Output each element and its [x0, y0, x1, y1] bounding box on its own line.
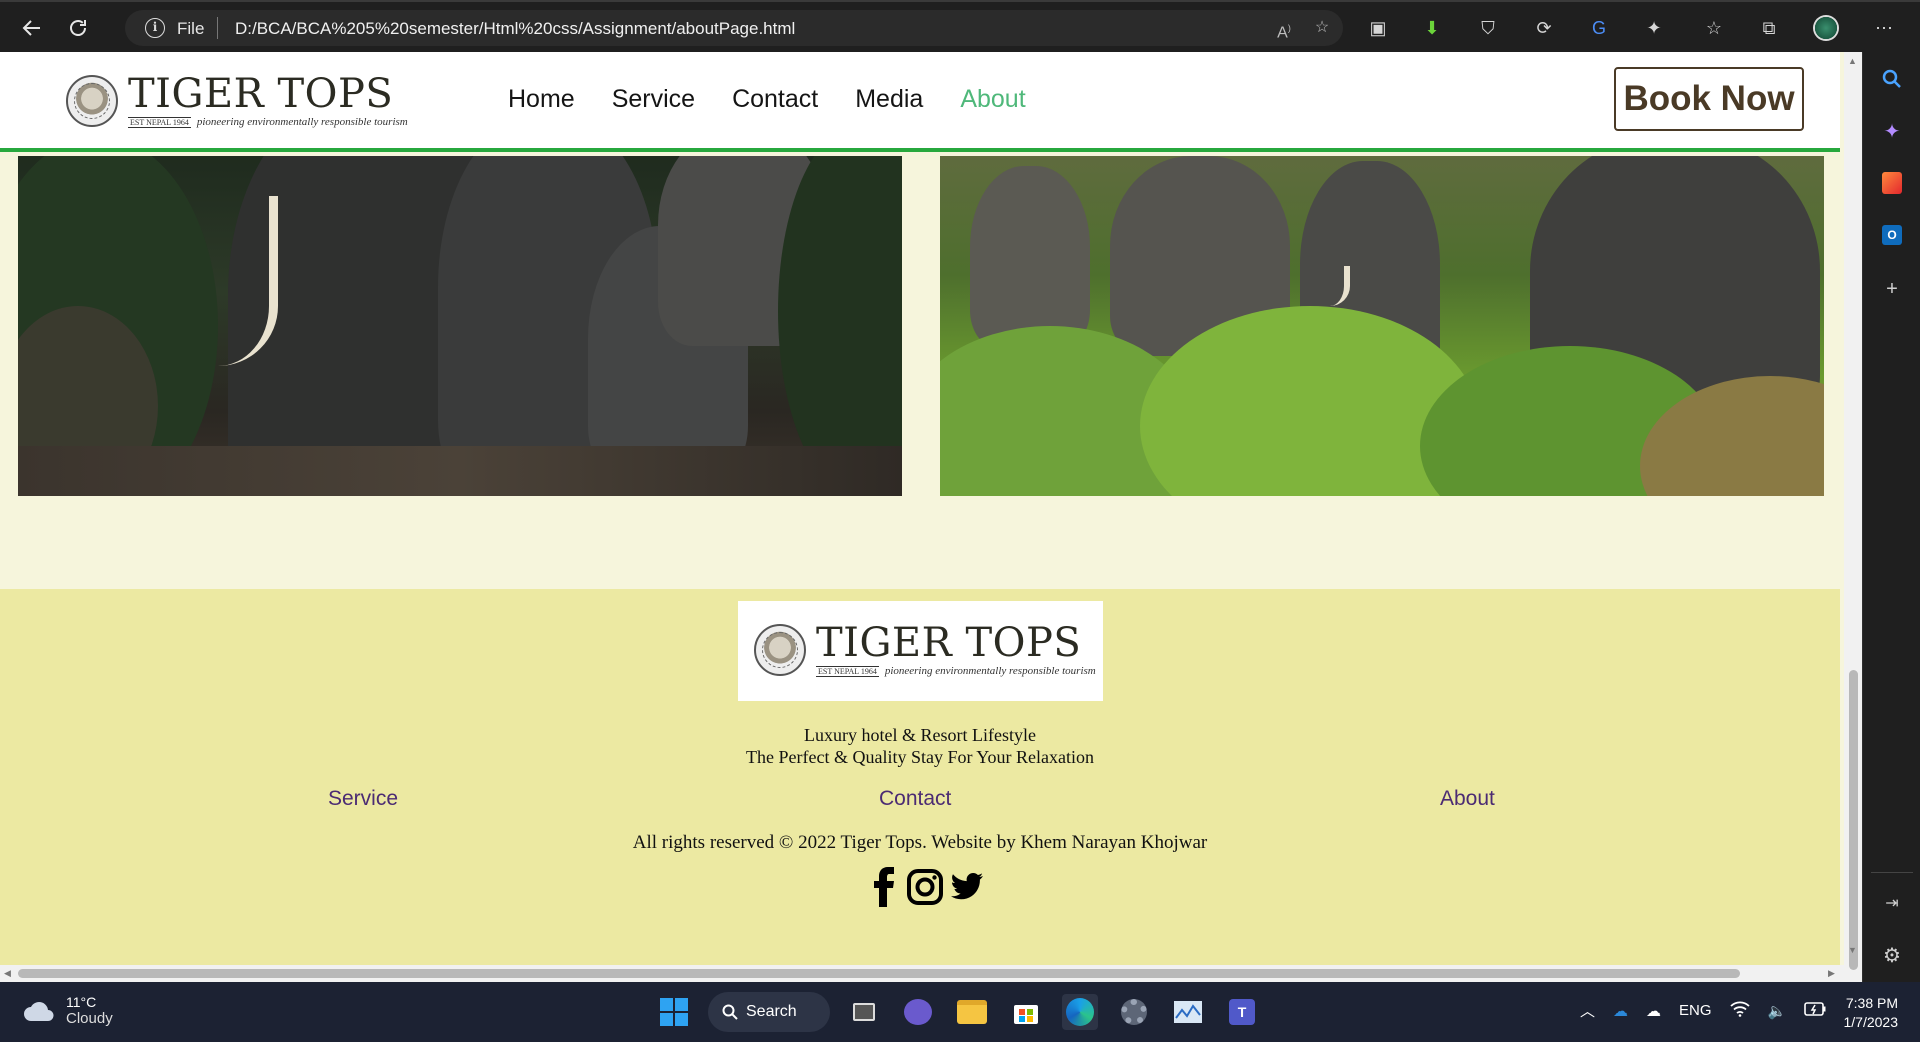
add-icon[interactable]: +	[1877, 274, 1907, 304]
elephant-photo-left	[18, 156, 902, 496]
site-footer: TIGER TOPS EST NEPAL 1964 pioneering env…	[0, 589, 1840, 982]
browser-toolbar: i File D:/BCA/BCA%205%20semester/Html%20…	[0, 0, 1920, 52]
collections-icon[interactable]: ⧉	[1755, 14, 1783, 42]
logo-name: TIGER TOPS	[128, 71, 394, 117]
elephant-photo-right	[940, 156, 1824, 496]
clock-time: 7:38 PM	[1845, 995, 1898, 1011]
footer-tagline-2: The Perfect & Quality Stay For Your Rela…	[746, 747, 1094, 767]
office-icon[interactable]	[1877, 168, 1907, 198]
main-nav: Home Service Contact Media About	[508, 85, 1026, 114]
onedrive-personal-icon[interactable]: ☁	[1646, 1002, 1661, 1020]
book-now-button[interactable]: Book Now	[1614, 67, 1804, 131]
scroll-right-icon[interactable]: ▶	[1828, 968, 1835, 979]
tiger-seal-icon	[754, 624, 806, 676]
vertical-scroll-thumb[interactable]	[1849, 670, 1858, 970]
wifi-icon[interactable]	[1729, 1001, 1750, 1021]
search-icon[interactable]	[1877, 64, 1907, 94]
windows-taskbar: 11°C Cloudy Search T ︿ ☁ ☁ ENG 🔈 7:38 PM…	[0, 982, 1920, 1042]
teams-icon[interactable]: T	[1224, 994, 1260, 1030]
task-view-icon[interactable]	[846, 994, 882, 1030]
edge-icon[interactable]	[1062, 994, 1098, 1030]
sidebar-settings-icon[interactable]: ⚙	[1877, 940, 1907, 970]
clock-date: 1/7/2023	[1843, 1014, 1899, 1030]
logo-est: EST NEPAL 1964	[128, 116, 191, 128]
chevron-up-icon[interactable]: ︿	[1580, 1000, 1595, 1021]
footer-logo-name: TIGER TOPS	[816, 620, 1082, 666]
weather-temp: 11°C	[66, 994, 97, 1010]
social-links	[870, 867, 984, 912]
vertical-scrollbar[interactable]: ▲ ▼	[1844, 52, 1862, 982]
twitter-icon[interactable]	[950, 872, 984, 907]
page-viewport: TIGER TOPS EST NEPAL 1964 pioneering env…	[0, 52, 1844, 982]
chat-icon[interactable]	[900, 994, 936, 1030]
footer-logo-est: EST NEPAL 1964	[816, 665, 879, 677]
weather-widget[interactable]: 11°C Cloudy	[22, 994, 113, 1027]
taskbar-search-label: Search	[746, 1003, 797, 1020]
url-text[interactable]: D:/BCA/BCA%205%20semester/Html%20css/Ass…	[235, 19, 795, 39]
add-favorite-icon[interactable]: ☆	[1310, 16, 1334, 40]
file-explorer-icon[interactable]	[954, 994, 990, 1030]
address-bar[interactable]: i File D:/BCA/BCA%205%20semester/Html%20…	[125, 10, 1343, 46]
extension-x-icon[interactable]: ⛉	[1474, 14, 1502, 42]
system-tray: ︿ ☁ ☁ ENG 🔈	[1580, 1000, 1826, 1021]
nav-home[interactable]: Home	[508, 85, 575, 114]
favorites-icon[interactable]: ☆	[1700, 14, 1728, 42]
nav-media[interactable]: Media	[855, 85, 923, 114]
footer-link-service[interactable]: Service	[328, 787, 398, 811]
hide-sidebar-icon[interactable]: ⇥	[1877, 888, 1907, 918]
site-header: TIGER TOPS EST NEPAL 1964 pioneering env…	[0, 52, 1840, 152]
onedrive-icon[interactable]: ☁	[1613, 1002, 1628, 1020]
search-icon	[722, 1004, 738, 1020]
nav-contact[interactable]: Contact	[732, 85, 818, 114]
horizontal-scroll-thumb[interactable]	[18, 969, 1740, 978]
footer-link-contact[interactable]: Contact	[879, 787, 951, 811]
extension-icon[interactable]: ▣	[1364, 14, 1392, 42]
weather-desc: Cloudy	[66, 1010, 113, 1027]
footer-tagline-1: Luxury hotel & Resort Lifestyle	[804, 725, 1036, 745]
language-indicator[interactable]: ENG	[1679, 1002, 1712, 1019]
read-aloud-icon[interactable]: A)	[1272, 16, 1296, 41]
volume-icon[interactable]: 🔈	[1768, 1002, 1787, 1020]
scroll-left-icon[interactable]: ◀	[4, 968, 11, 979]
scroll-down-icon[interactable]: ▼	[1848, 945, 1857, 955]
footer-logo: TIGER TOPS EST NEPAL 1964 pioneering env…	[754, 623, 1096, 677]
copilot-icon[interactable]: ✦	[1877, 116, 1907, 146]
footer-logo-box[interactable]: TIGER TOPS EST NEPAL 1964 pioneering env…	[738, 601, 1103, 701]
logo-tagline: pioneering environmentally responsible t…	[196, 116, 408, 128]
instagram-icon[interactable]	[906, 868, 944, 911]
extensions-icon[interactable]: ✦	[1640, 14, 1668, 42]
sidebar-divider	[1871, 872, 1913, 873]
start-icon[interactable]	[656, 994, 692, 1030]
taskbar-search[interactable]: Search	[708, 992, 830, 1032]
sync-extension-icon[interactable]: ⟳	[1530, 14, 1558, 42]
battery-icon[interactable]	[1804, 1001, 1826, 1020]
edge-sidebar: ✦ O + ⇥ ⚙	[1862, 52, 1920, 982]
horizontal-scrollbar[interactable]: ◀ ▶	[0, 965, 1844, 982]
store-icon[interactable]	[1008, 994, 1044, 1030]
site-logo[interactable]: TIGER TOPS EST NEPAL 1964 pioneering env…	[66, 74, 408, 128]
facebook-icon[interactable]	[870, 867, 900, 912]
settings-icon[interactable]	[1116, 994, 1152, 1030]
nav-service[interactable]: Service	[612, 85, 695, 114]
clock[interactable]: 7:38 PM 1/7/2023	[1834, 994, 1899, 1032]
site-info-icon[interactable]: i	[145, 18, 165, 38]
footer-link-about[interactable]: About	[1440, 787, 1495, 811]
tiger-seal-icon	[66, 75, 118, 127]
nav-about[interactable]: About	[960, 85, 1025, 114]
profile-avatar[interactable]	[1812, 14, 1840, 42]
download-extension-icon[interactable]: ⬇	[1418, 14, 1446, 42]
more-menu-icon[interactable]: ⋯	[1870, 14, 1898, 42]
scroll-up-icon[interactable]: ▲	[1848, 56, 1857, 66]
task-manager-icon[interactable]	[1170, 994, 1206, 1030]
refresh-icon[interactable]	[62, 12, 94, 44]
translate-extension-icon[interactable]: G	[1585, 14, 1613, 42]
footer-logo-tagline: pioneering environmentally responsible t…	[884, 665, 1096, 677]
copyright-text: All rights reserved © 2022 Tiger Tops. W…	[632, 832, 1208, 853]
address-separator	[217, 17, 218, 39]
cloud-icon	[24, 1001, 54, 1021]
outlook-icon[interactable]: O	[1877, 220, 1907, 250]
scheme-label: File	[177, 19, 205, 38]
back-icon[interactable]	[16, 12, 48, 44]
